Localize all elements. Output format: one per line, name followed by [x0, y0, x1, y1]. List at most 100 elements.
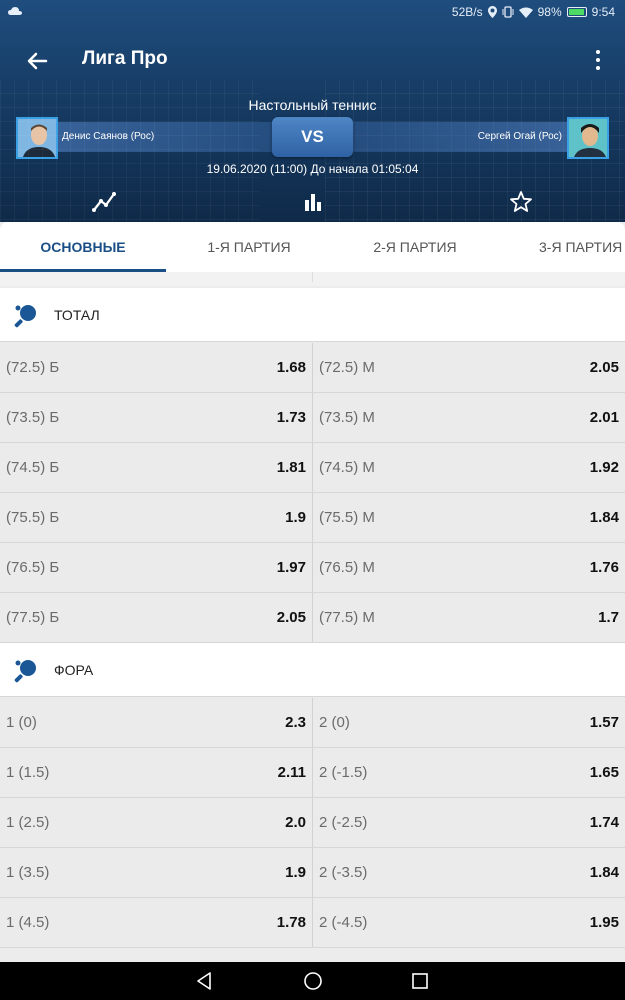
total-right-outcome[interactable]: (73.5) М 2.01 — [313, 393, 625, 442]
more-menu-icon[interactable] — [591, 46, 605, 76]
handicap-right-outcome[interactable]: 2 (-2.5) 1.74 — [313, 798, 625, 847]
outcome-odds: 1.84 — [589, 509, 619, 526]
outcome-odds: 1.68 — [276, 359, 306, 376]
system-nav-bar — [0, 962, 625, 1000]
total-right-outcome[interactable]: (76.5) М 1.76 — [313, 543, 625, 592]
team1-avatar — [16, 117, 58, 159]
handicap-left-outcome[interactable]: 1 (0) 2.3 — [0, 698, 312, 747]
outcome-odds: 1.76 — [589, 559, 619, 576]
outcome-odds: 1.74 — [589, 814, 619, 831]
handicap-left-outcome[interactable]: 1 (2.5) 2.0 — [0, 798, 312, 847]
tab-main[interactable]: ОСНОВНЫЕ — [0, 222, 166, 272]
tab-set-3[interactable]: 3-Я ПАРТИЯ — [498, 222, 625, 272]
section-total-header: ТОТАЛ — [0, 288, 625, 342]
outcome-odds: 1.9 — [285, 864, 306, 881]
sport-name: Настольный теннис — [248, 97, 377, 113]
back-arrow-icon[interactable] — [22, 46, 52, 76]
bar-chart-icon[interactable] — [301, 190, 325, 214]
outcome-label: (72.5) М — [319, 359, 375, 376]
section-handicap-title: ФОРА — [54, 662, 94, 678]
outcome-odds: 2.01 — [589, 409, 619, 426]
outcome-odds: 1.57 — [589, 714, 619, 731]
outcome-label: (74.5) М — [319, 459, 375, 476]
battery-icon — [566, 7, 587, 17]
tab-set-2[interactable]: 2-Я ПАРТИЯ — [332, 222, 498, 272]
total-left-outcome[interactable]: (73.5) Б 1.73 — [0, 393, 312, 442]
total-right-outcome[interactable]: (75.5) М 1.84 — [313, 493, 625, 542]
handicap-right-outcome[interactable]: 2 (-3.5) 1.84 — [313, 848, 625, 897]
handicap-left-outcome[interactable]: 1 (1.5) 2.11 — [0, 748, 312, 797]
cloud-icon — [8, 7, 22, 15]
nav-back-icon[interactable] — [195, 971, 215, 991]
network-speed: 52B/s — [451, 5, 483, 19]
outcome-label: (73.5) М — [319, 409, 375, 426]
table-row: 1 (2.5) 2.0 2 (-2.5) 1.74 — [0, 798, 625, 848]
total-left-outcome[interactable]: (76.5) Б 1.97 — [0, 543, 312, 592]
total-right-outcome[interactable]: (74.5) М 1.92 — [313, 443, 625, 492]
handicap-left-outcome[interactable]: 1 (4.5) 1.78 — [0, 898, 312, 947]
outcome-odds: 2.05 — [276, 609, 306, 626]
outcome-label: (75.5) Б — [6, 509, 60, 526]
outcome-label: 1 (2.5) — [6, 814, 50, 831]
outcome-label: (76.5) М — [319, 559, 375, 576]
outcome-label: (73.5) Б — [6, 409, 60, 426]
section-total-title: ТОТАЛ — [54, 307, 100, 323]
table-row: 1 (4.5) 1.78 2 (-4.5) 1.95 — [0, 898, 625, 948]
team2-avatar — [567, 117, 609, 159]
total-left-outcome[interactable]: (74.5) Б 1.81 — [0, 443, 312, 492]
table-row: (72.5) Б 1.68 (72.5) М 2.05 — [0, 343, 625, 393]
team2-name: Сергей Огай (Рос) — [477, 131, 562, 142]
outcome-label: 2 (-3.5) — [319, 864, 368, 881]
total-left-outcome[interactable]: (72.5) Б 1.68 — [0, 343, 312, 392]
match-header: 52B/s 98% 9:54 Лига Про Настольный тенни… — [0, 0, 625, 222]
battery-percent: 98% — [537, 5, 562, 19]
handicap-right-outcome[interactable]: 2 (0) 1.57 — [313, 698, 625, 747]
spacer-row — [0, 272, 625, 286]
statistics-line-icon[interactable] — [92, 190, 116, 214]
outcome-label: 1 (0) — [6, 714, 37, 731]
total-left-outcome[interactable]: (77.5) Б 2.05 — [0, 593, 312, 642]
table-tennis-icon — [14, 305, 36, 328]
table-tennis-icon — [14, 660, 36, 683]
total-right-outcome[interactable]: (72.5) М 2.05 — [313, 343, 625, 392]
outcome-label: 2 (0) — [319, 714, 350, 731]
handicap-right-outcome[interactable]: 2 (-1.5) 1.65 — [313, 748, 625, 797]
table-row: (76.5) Б 1.97 (76.5) М 1.76 — [0, 543, 625, 593]
outcome-odds: 1.81 — [276, 459, 306, 476]
outcome-odds: 2.3 — [285, 714, 306, 731]
wifi-icon — [518, 7, 533, 18]
handicap-left-outcome[interactable]: 1 (3.5) 1.9 — [0, 848, 312, 897]
outcome-odds: 2.11 — [277, 764, 306, 781]
outcome-label: 2 (-1.5) — [319, 764, 368, 781]
outcome-odds: 1.73 — [276, 409, 306, 426]
outcome-odds: 2.0 — [285, 814, 306, 831]
outcome-odds: 1.9 — [285, 509, 306, 526]
vs-badge: VS — [272, 117, 353, 157]
outcome-label: 1 (3.5) — [6, 864, 50, 881]
total-left-outcome[interactable]: (75.5) Б 1.9 — [0, 493, 312, 542]
section-handicap-header: ФОРА — [0, 643, 625, 697]
outcome-label: 2 (-2.5) — [319, 814, 368, 831]
outcome-odds: 1.78 — [276, 914, 306, 931]
favorite-star-icon[interactable] — [509, 190, 533, 214]
location-icon — [487, 6, 497, 18]
team1-name: Денис Саянов (Рос) — [62, 131, 155, 142]
market-tabs: ОСНОВНЫЕ 1-Я ПАРТИЯ 2-Я ПАРТИЯ 3-Я ПАРТИ… — [0, 222, 625, 272]
handicap-right-outcome[interactable]: 2 (-4.5) 1.95 — [313, 898, 625, 947]
outcome-odds: 1.97 — [276, 559, 306, 576]
table-row: (75.5) Б 1.9 (75.5) М 1.84 — [0, 493, 625, 543]
outcome-label: (74.5) Б — [6, 459, 60, 476]
status-bar: 52B/s 98% 9:54 — [0, 0, 625, 26]
table-row: (73.5) Б 1.73 (73.5) М 2.01 — [0, 393, 625, 443]
outcome-label: (76.5) Б — [6, 559, 60, 576]
nav-recents-icon[interactable] — [410, 971, 430, 991]
vibrate-icon — [502, 6, 514, 18]
outcome-label: (77.5) Б — [6, 609, 60, 626]
table-row: 1 (0) 2.3 2 (0) 1.57 — [0, 698, 625, 748]
tab-set-1[interactable]: 1-Я ПАРТИЯ — [166, 222, 332, 272]
outcome-odds: 1.92 — [589, 459, 619, 476]
total-right-outcome[interactable]: (77.5) М 1.7 — [313, 593, 625, 642]
table-row: 1 (1.5) 2.11 2 (-1.5) 1.65 — [0, 748, 625, 798]
outcome-label: (75.5) М — [319, 509, 375, 526]
nav-home-icon[interactable] — [303, 971, 323, 991]
